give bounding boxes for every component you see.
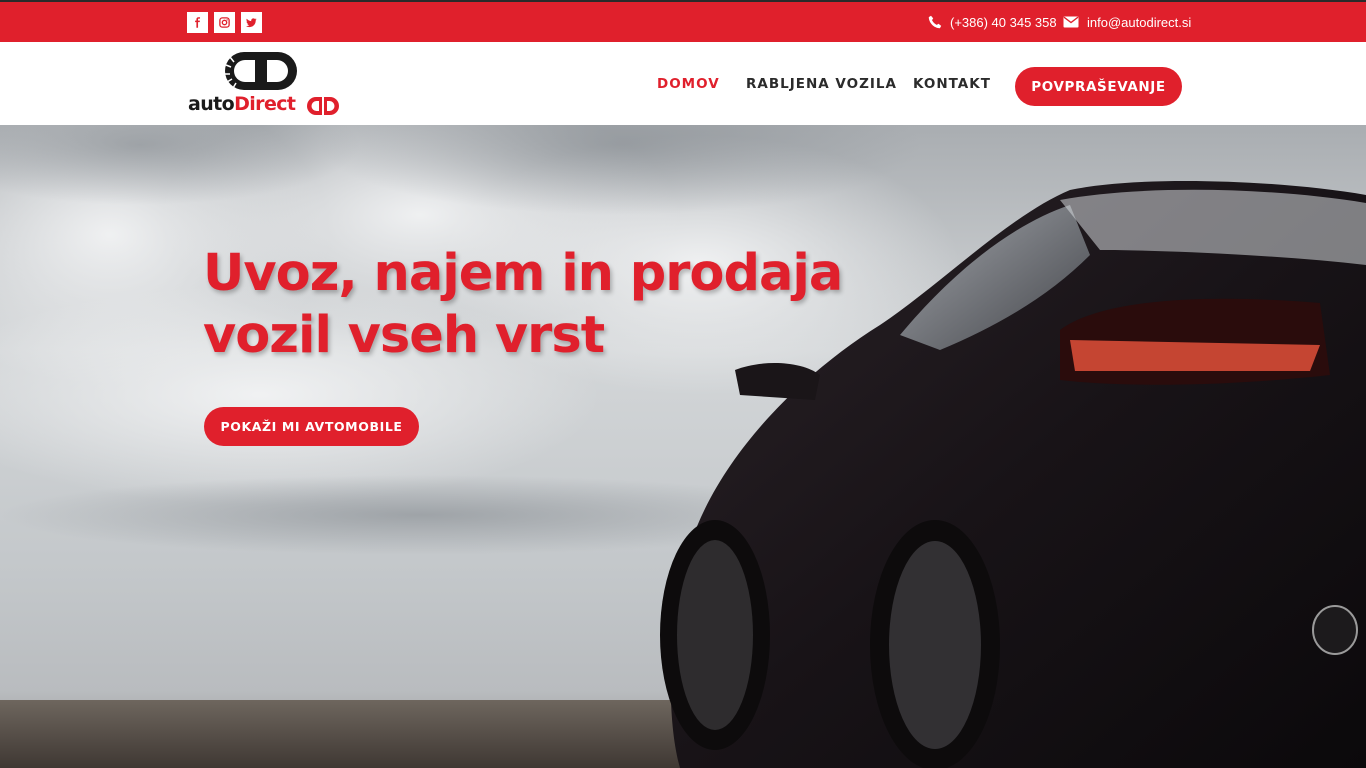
email-address: info@autodirect.si	[1087, 14, 1192, 30]
inquiry-button[interactable]: POVPRAŠEVANJE	[1015, 67, 1182, 106]
nav-rabljena-vozila[interactable]: RABLJENA VOZILA	[746, 76, 897, 92]
email-contact[interactable]: info@autodirect.si	[1063, 2, 1191, 42]
nav-domov[interactable]: DOMOV	[657, 76, 720, 92]
phone-contact[interactable]: (+386) 40 345 358	[928, 2, 1057, 42]
twitter-icon	[246, 18, 257, 28]
phone-number: (+386) 40 345 358	[950, 14, 1057, 30]
phone-icon	[928, 15, 942, 29]
hero-headline-line-1: Uvoz, najem in prodaja	[203, 244, 843, 303]
hero-headline: Uvoz, najem in prodaja vozil vseh vrst	[203, 243, 923, 367]
logo-small-mark-icon	[307, 97, 339, 115]
site-logo[interactable]: autoDirect	[186, 47, 341, 119]
site-header: autoDirect DOMOV RABLJENA VOZILA KONTAKT…	[0, 42, 1366, 125]
logo-mark-icon	[225, 52, 297, 90]
logo-wordmark: autoDirect	[188, 93, 296, 115]
hero-section: Uvoz, najem in prodaja vozil vseh vrst P…	[0, 125, 1366, 768]
nav-kontakt[interactable]: KONTAKT	[913, 76, 991, 92]
facebook-link[interactable]	[187, 12, 208, 33]
show-cars-button[interactable]: POKAŽI MI AVTOMOBILE	[204, 407, 419, 446]
instagram-icon	[219, 17, 230, 28]
instagram-link[interactable]	[214, 12, 235, 33]
hero-background-image	[0, 125, 1366, 768]
hero-headline-line-2: vozil vseh vrst	[203, 306, 605, 365]
top-bar: (+386) 40 345 358 info@autodirect.si	[0, 0, 1366, 42]
facebook-icon	[195, 17, 201, 28]
envelope-icon	[1063, 16, 1079, 28]
twitter-link[interactable]	[241, 12, 262, 33]
